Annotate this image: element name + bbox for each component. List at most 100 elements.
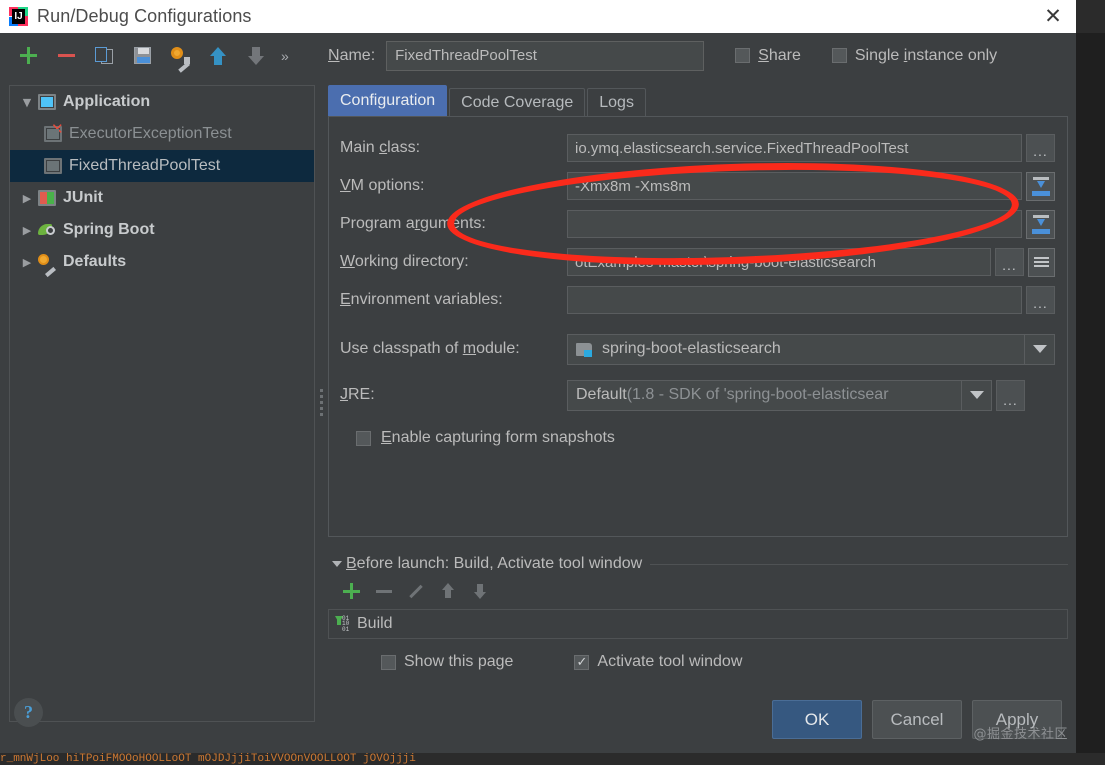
- main-class-label-rest: lass:: [387, 139, 421, 156]
- application-icon: [38, 94, 56, 110]
- move-down-button[interactable]: [237, 38, 275, 74]
- edit-templates-button[interactable]: [161, 38, 199, 74]
- dialog-bottom-bar: ? OK Cancel Apply @掘金技术社区: [0, 687, 1076, 753]
- activate-tool-window-checkbox[interactable]: Activate tool window: [574, 653, 742, 671]
- jre-value-detail: (1.8 - SDK of 'spring-boot-elasticsear: [626, 386, 889, 403]
- environment-variables-browse-button[interactable]: ...: [1026, 286, 1055, 314]
- program-arguments-label: Program arguments:: [340, 215, 567, 233]
- vm-options-input[interactable]: -Xmx8m -Xms8m: [567, 172, 1022, 200]
- build-icon: 01 10 01: [335, 615, 351, 633]
- working-directory-macros-button[interactable]: [1028, 247, 1055, 277]
- tree-item-label: ExecutorExceptionTest: [69, 125, 232, 142]
- spring-boot-icon: [38, 222, 56, 238]
- before-launch-add-button[interactable]: [341, 580, 363, 602]
- save-configuration-button[interactable]: [123, 38, 161, 74]
- twisty-icon[interactable]: ▶: [16, 192, 38, 205]
- tree-item-application[interactable]: ▼ Application: [10, 86, 314, 118]
- before-launch-move-up-button[interactable]: [437, 580, 459, 602]
- tree-item-junit[interactable]: ▶ JUnit: [10, 182, 314, 214]
- single-instance-checkbox-box[interactable]: [831, 48, 847, 63]
- chevron-down-icon[interactable]: [1024, 334, 1054, 364]
- before-launch-header[interactable]: Before launch: Build, Activate tool wind…: [328, 555, 1068, 573]
- environment-variables-input[interactable]: [567, 286, 1022, 314]
- add-configuration-button[interactable]: [9, 38, 47, 74]
- configurations-tree[interactable]: ▼ Application ✕ ExecutorExceptionTest Fi…: [9, 85, 315, 722]
- tab-logs[interactable]: Logs: [587, 88, 646, 116]
- share-checkbox[interactable]: Share: [735, 47, 801, 65]
- program-arguments-label-pre: Program a: [340, 215, 415, 232]
- jre-browse-button[interactable]: ...: [996, 379, 1025, 411]
- twisty-icon[interactable]: ▶: [16, 256, 38, 269]
- working-directory-input[interactable]: otExamples-master\spring-boot-elasticsea…: [567, 248, 991, 276]
- jre-value-main: Default: [576, 386, 627, 403]
- window-title: Run/Debug Configurations: [37, 6, 252, 26]
- enable-capturing-checkbox-label: Enable capturing form snapshots: [381, 429, 615, 447]
- close-icon[interactable]: ✕: [1030, 0, 1076, 33]
- main-class-browse-button[interactable]: ...: [1026, 134, 1055, 162]
- enable-capturing-mnemonic: E: [381, 429, 392, 446]
- ok-button[interactable]: OK: [772, 700, 862, 739]
- tree-item-defaults[interactable]: ▶ Defaults: [10, 246, 314, 278]
- gear-wrench-icon: [170, 46, 190, 73]
- before-launch-move-down-button[interactable]: [469, 580, 491, 602]
- program-arguments-expand-button[interactable]: [1026, 209, 1055, 239]
- jre-dropdown[interactable]: Default (1.8 - SDK of 'spring-boot-elast…: [567, 379, 992, 411]
- single-instance-checkbox[interactable]: Single instance only: [831, 47, 997, 65]
- working-directory-label-mnemonic: W: [340, 253, 355, 270]
- tree-item-fixed-thread-pool-test[interactable]: FixedThreadPoolTest: [10, 150, 314, 182]
- before-launch-edit-button[interactable]: [405, 580, 427, 602]
- configuration-editor-panel: Configuration Code Coverage Logs Main cl…: [328, 85, 1068, 722]
- name-row: Name: Share Single instance only: [328, 33, 1076, 78]
- name-label: Name:: [328, 47, 375, 65]
- copy-configuration-button[interactable]: [85, 38, 123, 74]
- use-classpath-of-module-dropdown[interactable]: spring-boot-elasticsearch: [567, 333, 1055, 365]
- tree-item-label: Defaults: [63, 253, 127, 270]
- save-icon: [133, 47, 151, 64]
- intellij-idea-icon: IJ: [9, 7, 28, 26]
- use-classpath-of-module-label: Use classpath of module:: [340, 340, 567, 358]
- run-config-icon: [44, 158, 62, 174]
- panel-splitter-handle[interactable]: [318, 383, 324, 421]
- working-directory-label-rest: orking directory:: [354, 253, 469, 270]
- working-directory-label: Working directory:: [340, 253, 567, 271]
- help-button[interactable]: ?: [14, 698, 43, 727]
- jre-label-rest: RE:: [348, 386, 375, 403]
- tree-item-label: JUnit: [63, 189, 103, 206]
- before-launch-toolbar: [328, 573, 1068, 609]
- share-checkbox-box[interactable]: [735, 48, 751, 63]
- before-launch-title-mnemonic: B: [346, 555, 357, 572]
- tab-code-coverage[interactable]: Code Coverage: [449, 88, 586, 116]
- before-launch-remove-button[interactable]: [373, 580, 395, 602]
- enable-capturing-checkbox-box[interactable]: [356, 430, 371, 446]
- show-this-page-checkbox-box[interactable]: [381, 654, 396, 670]
- main-class-input[interactable]: io.ymq.elasticsearch.service.FixedThread…: [567, 134, 1022, 162]
- activate-tool-window-checkbox-box[interactable]: [574, 654, 590, 670]
- program-arguments-input[interactable]: [567, 210, 1022, 238]
- twisty-icon[interactable]: ▶: [16, 224, 38, 237]
- show-this-page-checkbox[interactable]: Show this page: [381, 653, 513, 671]
- minus-icon: [57, 47, 75, 64]
- move-up-button[interactable]: [199, 38, 237, 74]
- tree-item-executor-exception-test[interactable]: ✕ ExecutorExceptionTest: [10, 118, 314, 150]
- chevron-down-icon[interactable]: [961, 380, 991, 410]
- before-launch-task-list[interactable]: 01 10 01 Build: [328, 609, 1068, 639]
- vm-options-label: VM options:: [340, 177, 567, 195]
- tree-item-spring-boot[interactable]: ▶ Spring Boot: [10, 214, 314, 246]
- twisty-icon[interactable]: [332, 561, 342, 567]
- name-input[interactable]: [386, 40, 705, 71]
- use-classpath-of-module-row: Use classpath of module: spring-boot-ela…: [329, 319, 1067, 367]
- single-instance-checkbox-label: Single instance only: [855, 47, 997, 65]
- share-rest: hare: [768, 46, 801, 64]
- enable-capturing-checkbox[interactable]: Enable capturing form snapshots: [329, 415, 1067, 447]
- remove-configuration-button[interactable]: [47, 38, 85, 74]
- titlebar-right-padding: [1076, 0, 1105, 33]
- twisty-icon[interactable]: ▼: [16, 96, 38, 109]
- toolbar-overflow-icon[interactable]: »: [281, 48, 289, 64]
- name-label-rest: ame:: [339, 46, 376, 64]
- vm-options-expand-button[interactable]: [1026, 171, 1055, 201]
- working-directory-browse-button[interactable]: ...: [995, 248, 1024, 276]
- tab-configuration[interactable]: Configuration: [328, 85, 448, 116]
- cancel-button[interactable]: Cancel: [872, 700, 962, 739]
- background-code-line: r_mnWjLoo hiTPoiFMOOoHOOLLoOT mOJDJjjiTo…: [0, 753, 416, 765]
- defaults-gear-icon: [38, 254, 56, 278]
